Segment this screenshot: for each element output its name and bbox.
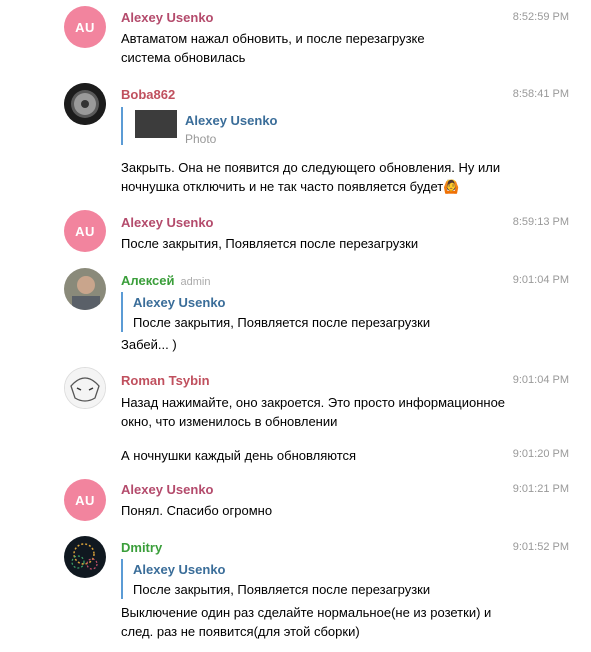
reply-author: Alexey Usenko <box>185 113 278 128</box>
reply-text: После закрытия, Появляется после перезаг… <box>133 582 431 597</box>
timestamp: 8:52:59 PM <box>512 11 569 23</box>
author-name[interactable]: Алексей admin <box>121 273 210 288</box>
message-text: Автаматом нажал обновить, и после переза… <box>121 31 425 65</box>
reply-text: После закрытия, Появляется после перезаг… <box>133 315 431 330</box>
message-text: Назад нажимайте, оно закроется. Это прос… <box>121 395 506 429</box>
avatar[interactable]: AU <box>64 210 106 252</box>
timestamp: 8:58:41 PM <box>512 88 569 100</box>
author-name[interactable]: Roman Tsybin <box>121 373 210 388</box>
car-wheel-avatar[interactable] <box>64 83 106 125</box>
timestamp: 9:01:20 PM <box>512 448 569 460</box>
timestamp: 8:59:13 PM <box>512 216 569 228</box>
timestamp: 9:01:21 PM <box>512 483 569 495</box>
author-name[interactable]: Boba862 <box>121 87 175 102</box>
timestamp: 9:01:04 PM <box>512 374 569 386</box>
author-name[interactable]: Alexey Usenko <box>121 482 214 497</box>
author-name[interactable]: Alexey Usenko <box>121 10 214 25</box>
fireworks-avatar[interactable] <box>64 536 106 578</box>
message-text: Закрыть. Она не появится до следующего о… <box>121 160 501 194</box>
avatar[interactable]: AU <box>64 479 106 521</box>
photo-thumbnail[interactable] <box>135 110 177 138</box>
message-text: А ночнушки каждый день обновляются <box>121 448 357 463</box>
reply-quote[interactable]: Alexey Usenko После закрытия, Появляется… <box>121 292 430 332</box>
reply-author: Alexey Usenko <box>133 562 226 577</box>
message-text: Забей... ) <box>121 337 177 352</box>
person-photo-avatar[interactable] <box>64 268 106 310</box>
reply-quote[interactable]: Alexey Usenko Photo <box>121 107 333 146</box>
timestamp: 9:01:52 PM <box>512 541 569 553</box>
anime-sketch-avatar[interactable] <box>64 367 106 409</box>
reply-text: Photo <box>185 132 217 146</box>
author-name[interactable]: Dmitry <box>121 540 162 555</box>
reply-quote[interactable]: Alexey Usenko После закрытия, Появляется… <box>121 559 430 599</box>
admin-badge: admin <box>180 276 211 288</box>
author-name[interactable]: Alexey Usenko <box>121 215 214 230</box>
reply-author: Alexey Usenko <box>133 295 226 310</box>
message-text: Выключение один раз сделайте нормальное(… <box>121 605 492 639</box>
avatar[interactable]: AU <box>64 6 106 48</box>
timestamp: 9:01:04 PM <box>512 274 569 286</box>
message-text: После закрытия, Появляется после перезаг… <box>121 236 419 251</box>
message-text: Понял. Спасибо огромно <box>121 503 273 518</box>
